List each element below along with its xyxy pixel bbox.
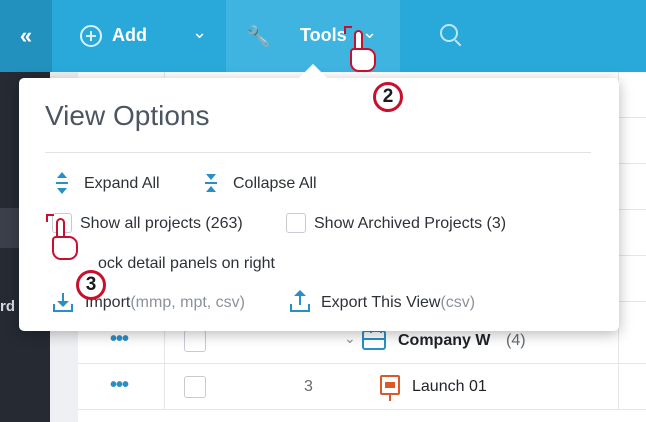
add-menu-button[interactable]: Add ⌄ [52,0,226,72]
row-number: 3 [304,378,313,395]
lock-detail-panels-label[interactable]: ock detail panels on right [98,255,275,273]
briefcase-icon [362,326,386,350]
palm-shape [52,236,78,260]
search-icon[interactable] [440,24,462,47]
palm-shape [350,48,376,72]
import-button[interactable]: Import(mmp, mpt, csv) [85,294,245,312]
import-hint: (mmp, mpt, csv) [130,294,246,311]
presentation-icon [380,375,400,401]
column-divider [164,364,165,410]
expand-all-button[interactable]: Expand All [84,175,160,193]
table-row[interactable]: ••• 3 Launch 01 [78,364,646,410]
show-archived-label[interactable]: Show Archived Projects (3) [314,215,506,233]
row-checkbox[interactable] [184,330,206,352]
wrench-icon: 🔧 [246,26,271,48]
export-view-button[interactable]: Export This View(csv) [321,294,475,312]
row-checkbox[interactable] [184,376,206,398]
chevron-down-icon[interactable]: ⌄ [344,330,356,347]
collapse-all-button[interactable]: Collapse All [233,175,317,193]
expand-all-icon[interactable] [53,172,69,194]
popup-title: View Options [45,100,210,131]
import-icon[interactable] [53,292,73,314]
project-count: (4) [506,332,526,349]
export-icon[interactable] [290,290,310,314]
arrow-head-shape [294,290,306,296]
arrow-up-shape [57,172,67,178]
tools-label: Tools [300,25,347,45]
collapse-all-icon[interactable] [202,172,218,194]
row-actions-menu[interactable]: ••• [110,374,129,397]
click-rays [344,26,352,34]
arrow-head-shape [57,301,69,307]
show-archived-checkbox[interactable] [286,213,306,233]
tray-shape [290,304,310,312]
bar-shape [205,182,217,184]
bar-shape [56,182,68,184]
column-divider [618,364,619,410]
arrow-up-shape [206,186,216,192]
chevron-down-icon[interactable]: ⌄ [192,22,207,43]
hand-cursor-icon [344,26,376,74]
sidebar-item-label-fragment[interactable]: rd [0,298,15,315]
search-handle [454,39,462,47]
top-toolbar: « Add ⌄ 🔧 Tools ⌄ [0,0,646,72]
show-all-projects-label[interactable]: Show all projects (263) [80,215,243,233]
divider [45,152,591,153]
row-actions-menu[interactable]: ••• [110,328,129,351]
collapse-sidebar-button[interactable]: « [0,0,52,72]
arrow-down-shape [206,174,216,180]
project-name[interactable]: Company W [398,332,490,350]
add-label: Add [112,25,147,45]
arrow-down-shape [57,188,67,194]
step-badge: 2 [373,82,403,112]
export-hint: (csv) [440,294,476,311]
click-rays [46,214,54,222]
plus-circle-icon [80,25,102,47]
double-chevron-left-icon: « [19,23,33,48]
view-options-popup: View Options Expand All Collapse All Sho… [19,63,619,331]
step-badge: 3 [76,270,106,300]
project-name[interactable]: Launch 01 [412,378,487,396]
export-label: Export This View [321,294,441,311]
hand-cursor-icon [46,214,78,262]
